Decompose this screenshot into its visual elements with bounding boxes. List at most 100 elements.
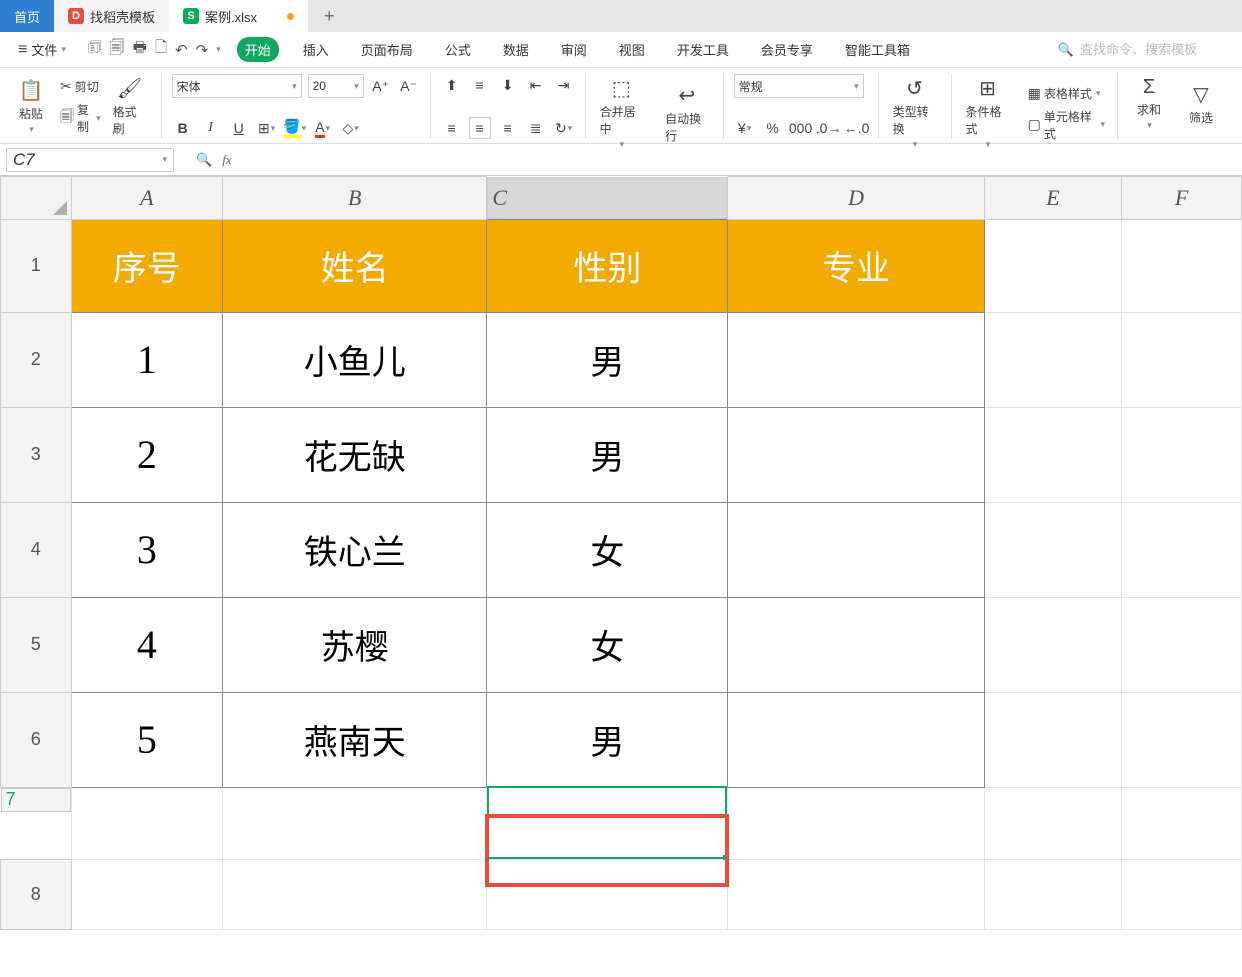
cell-A2[interactable]: 1	[71, 312, 223, 407]
cell-C6[interactable]: 男	[487, 692, 728, 787]
wrap-text-button[interactable]: ↩自动换行	[661, 81, 712, 146]
percent-button[interactable]: %	[762, 117, 784, 139]
tab-current-file[interactable]: S 案例.xlsx	[169, 0, 308, 32]
qat-preview-icon[interactable]: 🗋	[155, 37, 167, 62]
align-left-button[interactable]: ≡	[441, 117, 463, 139]
cut-button[interactable]: ✂剪切	[58, 77, 103, 96]
cell-D1[interactable]: 专业	[728, 219, 984, 312]
underline-button[interactable]: U	[228, 117, 250, 139]
cell-D4[interactable]	[728, 502, 984, 597]
command-search[interactable]: 🔍	[1058, 42, 1230, 58]
cell-F8[interactable]	[1122, 859, 1242, 929]
menu-view[interactable]: 视图	[611, 37, 653, 62]
cell-B5[interactable]: 苏樱	[223, 597, 487, 692]
cell-C2[interactable]: 男	[487, 312, 728, 407]
qat-save-icon[interactable]: 🗊	[88, 37, 102, 62]
qat-print-icon[interactable]: 🖶	[133, 37, 147, 62]
col-header-A[interactable]: A	[71, 177, 223, 220]
cell-C5[interactable]: 女	[487, 597, 728, 692]
cell-E6[interactable]	[984, 692, 1122, 787]
sum-button[interactable]: Σ求和	[1128, 74, 1170, 133]
cell-A6[interactable]: 5	[71, 692, 223, 787]
cell-A4[interactable]: 3	[71, 502, 223, 597]
font-color-button[interactable]: A	[312, 117, 334, 139]
align-justify-button[interactable]: ≣	[525, 117, 547, 139]
row-header-8[interactable]: 8	[1, 859, 72, 929]
cell-E3[interactable]	[984, 407, 1122, 502]
row-header-6[interactable]: 6	[1, 692, 72, 787]
currency-button[interactable]: ¥	[734, 117, 756, 139]
menu-review[interactable]: 审阅	[553, 37, 595, 62]
menu-devtools[interactable]: 开发工具	[669, 37, 737, 62]
cell-A5[interactable]: 4	[71, 597, 223, 692]
cell-F5[interactable]	[1122, 597, 1242, 692]
fill-color-button[interactable]: 🪣	[284, 117, 306, 139]
indent-increase-button[interactable]: ⇥	[553, 74, 575, 96]
row-header-2[interactable]: 2	[1, 312, 72, 407]
orientation-button[interactable]: ↻	[553, 117, 575, 139]
name-box[interactable]: C7 ▾	[6, 148, 174, 172]
cell-C4[interactable]: 女	[487, 502, 728, 597]
menu-smart-toolbox[interactable]: 智能工具箱	[837, 37, 918, 62]
table-style-button[interactable]: ▦表格样式	[1026, 84, 1107, 103]
menu-layout[interactable]: 页面布局	[353, 37, 421, 62]
filter-button[interactable]: ▽筛选	[1180, 80, 1222, 128]
cell-B6[interactable]: 燕南天	[223, 692, 487, 787]
menu-formula[interactable]: 公式	[437, 37, 479, 62]
italic-button[interactable]: I	[200, 117, 222, 139]
tab-doke-templates[interactable]: D 找稻壳模板	[54, 0, 169, 32]
cell-D8[interactable]	[728, 859, 984, 929]
copy-button[interactable]: 🗐复制	[58, 100, 103, 136]
col-header-E[interactable]: E	[984, 177, 1122, 220]
cond-fmt-button[interactable]: ⊞条件格式	[962, 74, 1014, 152]
number-format-select[interactable]: 常规▾	[734, 74, 864, 98]
type-convert-button[interactable]: ↺类型转换	[889, 74, 941, 152]
cell-E5[interactable]	[984, 597, 1122, 692]
cell-B1[interactable]: 姓名	[223, 219, 487, 312]
col-header-C[interactable]: C	[487, 177, 727, 219]
font-grow-button[interactable]: A⁺	[370, 75, 392, 97]
cell-F1[interactable]	[1122, 219, 1242, 312]
font-size-select[interactable]: 20▾	[308, 74, 364, 98]
paste-button[interactable]: 📋粘贴	[10, 76, 52, 137]
border-button[interactable]: ⊞	[256, 117, 278, 139]
row-header-1[interactable]: 1	[1, 219, 72, 312]
cell-D2[interactable]	[728, 312, 984, 407]
cell-A3[interactable]: 2	[71, 407, 223, 502]
font-shrink-button[interactable]: A⁻	[398, 75, 420, 97]
cell-E2[interactable]	[984, 312, 1122, 407]
cell-D3[interactable]	[728, 407, 984, 502]
chevron-down-icon[interactable]: ▾	[216, 44, 221, 55]
tab-home[interactable]: 首页	[0, 0, 54, 32]
cell-F6[interactable]	[1122, 692, 1242, 787]
cell-E8[interactable]	[984, 859, 1122, 929]
cell-A1[interactable]: 序号	[71, 219, 223, 312]
cell-B7[interactable]	[223, 787, 487, 859]
cell-style-button[interactable]: ▢单元格样式	[1026, 107, 1107, 143]
menu-data[interactable]: 数据	[495, 37, 537, 62]
col-header-B[interactable]: B	[223, 177, 487, 220]
align-right-button[interactable]: ≡	[497, 117, 519, 139]
select-all-corner[interactable]	[1, 177, 72, 220]
indent-decrease-button[interactable]: ⇤	[525, 74, 547, 96]
file-menu[interactable]: ≡ 文件 ▾	[12, 38, 72, 61]
tab-new[interactable]: +	[308, 0, 351, 32]
cell-C7[interactable]	[487, 787, 728, 859]
decimal-inc-button[interactable]: .0→	[818, 117, 840, 139]
row-header-3[interactable]: 3	[1, 407, 72, 502]
cell-A7[interactable]	[71, 787, 223, 859]
cell-C8[interactable]	[487, 859, 728, 929]
zoom-icon[interactable]: 🔍	[196, 152, 212, 168]
menu-insert[interactable]: 插入	[295, 37, 337, 62]
cell-D6[interactable]	[728, 692, 984, 787]
col-header-D[interactable]: D	[728, 177, 984, 220]
align-bottom-button[interactable]: ⬇	[497, 74, 519, 96]
align-center-button[interactable]: ≡	[469, 117, 491, 139]
cell-A8[interactable]	[71, 859, 223, 929]
cell-B8[interactable]	[223, 859, 487, 929]
cell-B2[interactable]: 小鱼儿	[223, 312, 487, 407]
cell-F7[interactable]	[1122, 787, 1242, 859]
cell-F2[interactable]	[1122, 312, 1242, 407]
cell-E1[interactable]	[984, 219, 1122, 312]
row-header-4[interactable]: 4	[1, 502, 72, 597]
